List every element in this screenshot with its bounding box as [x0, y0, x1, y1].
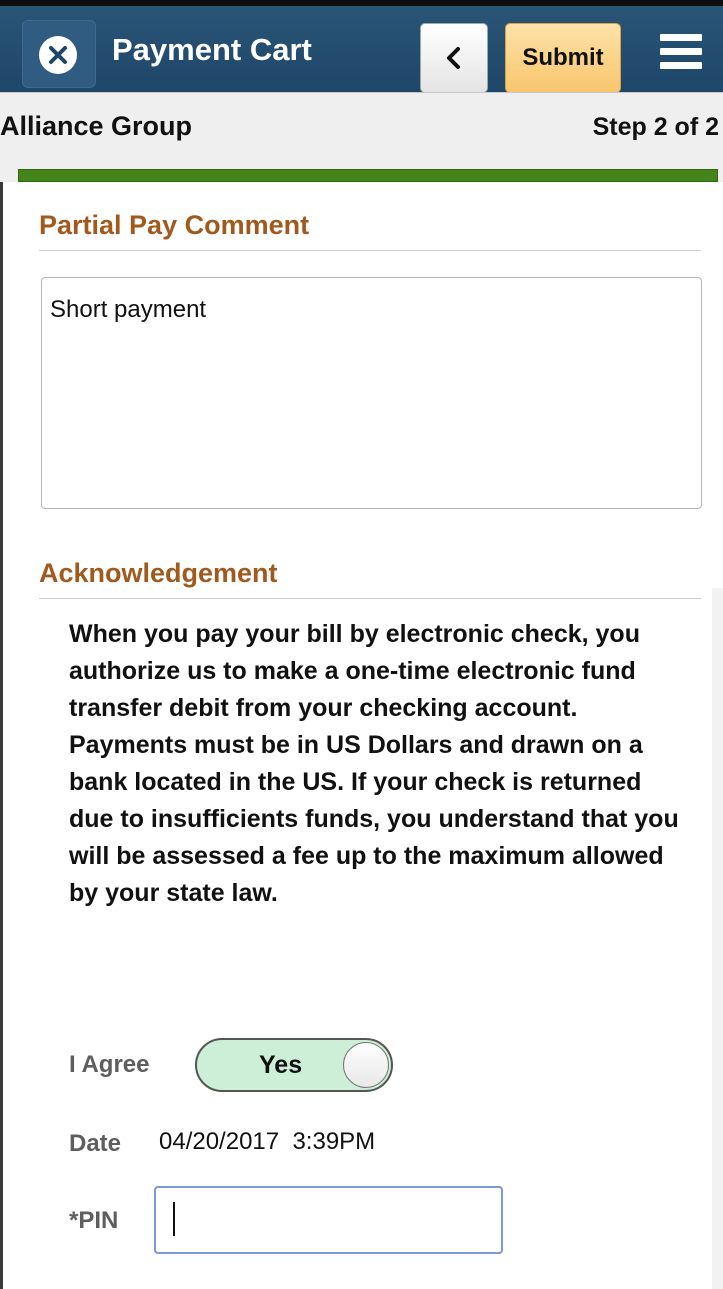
toggle-value: Yes: [259, 1051, 303, 1079]
section-divider: [39, 598, 701, 599]
pin-input[interactable]: [154, 1186, 503, 1254]
cart-header: Alliance Group Step 2 of 2: [0, 92, 723, 182]
hamburger-menu-icon[interactable]: [660, 34, 702, 78]
agree-label: I Agree: [69, 1051, 150, 1078]
chevron-left-icon: [447, 47, 460, 69]
section-divider: [39, 250, 701, 251]
submit-button[interactable]: Submit: [505, 23, 621, 93]
text-cursor: [173, 1202, 175, 1236]
date-label: Date: [69, 1130, 122, 1157]
date-value: 04/20/2017 3:39PM: [159, 1128, 376, 1155]
step-indicator: Step 2 of 2: [592, 113, 719, 141]
partial-pay-comment-field[interactable]: Short payment: [41, 277, 702, 509]
pin-label: *PIN: [69, 1207, 119, 1234]
top-bar: Payment Cart Submit: [0, 0, 723, 93]
main-content: Partial Pay Comment Short payment Acknow…: [0, 182, 723, 1289]
page-title: Payment Cart: [112, 32, 312, 67]
toggle-knob: [343, 1042, 389, 1088]
progress-bar: [18, 169, 718, 182]
partial-pay-title: Partial Pay Comment: [39, 210, 310, 240]
acknowledgement-text: When you pay your bill by electronic che…: [69, 620, 679, 907]
close-button[interactable]: [22, 20, 96, 88]
close-icon: [39, 36, 77, 74]
back-button[interactable]: [420, 23, 488, 93]
progress-bar-fill: [19, 170, 717, 181]
acknowledgement-title: Acknowledgement: [39, 558, 278, 588]
scrollbar[interactable]: [712, 588, 723, 1289]
company-name: Alliance Group: [0, 111, 193, 141]
agree-toggle[interactable]: Yes: [195, 1038, 393, 1092]
